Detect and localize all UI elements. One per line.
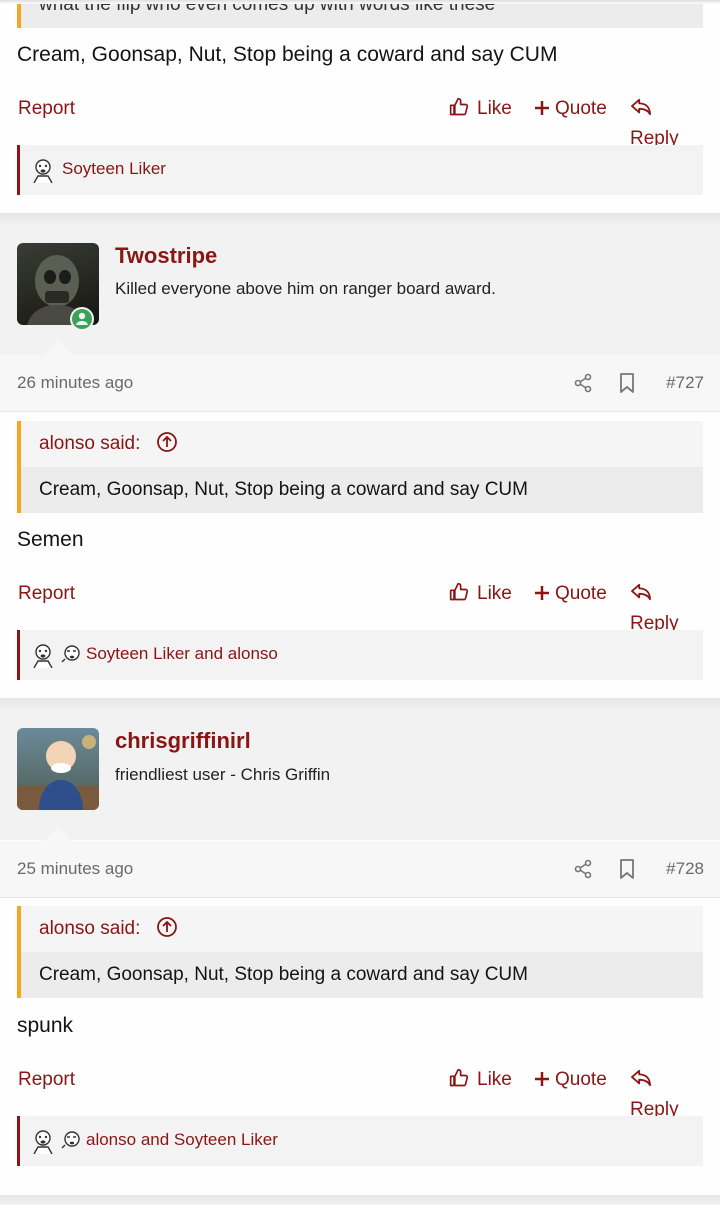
bookmark-icon[interactable] — [618, 859, 636, 879]
like-label: Like — [477, 98, 512, 119]
post-text: Cream, Goonsap, Nut, Stop being a coward… — [17, 43, 558, 66]
plus-icon — [535, 586, 549, 600]
soyjak-reaction-icon — [30, 157, 56, 184]
arrow-up-circle-icon[interactable] — [156, 431, 178, 453]
post-time[interactable]: 26 minutes ago — [17, 355, 133, 411]
username[interactable]: chrisgriffinirl — [115, 728, 251, 754]
reply-icon — [631, 98, 651, 116]
reactions-bar: alonso and Soyteen Liker — [17, 1116, 703, 1166]
post-divider — [0, 698, 720, 710]
plus-icon — [535, 1072, 549, 1086]
quote-label: Quote — [555, 98, 607, 119]
share-icon[interactable] — [573, 859, 593, 879]
reactions-text[interactable]: alonso and Soyteen Liker — [86, 1116, 278, 1164]
quote-block: alonso said: Cream, Goonsap, Nut, Stop b… — [17, 421, 703, 513]
post-number[interactable]: #728 — [666, 841, 704, 897]
post-number[interactable]: #727 — [666, 355, 704, 411]
post-actions: Report Like Quote Reply — [17, 579, 704, 634]
thumbs-up-icon — [449, 97, 469, 116]
quote-label: Quote — [555, 1069, 607, 1090]
reply-icon — [631, 583, 651, 601]
post-text: Semen — [17, 528, 84, 551]
quote-block: alonso said: Cream, Goonsap, Nut, Stop b… — [17, 906, 703, 998]
post-meta: 26 minutes ago #727 — [0, 355, 720, 412]
reactions-text[interactable]: Soyteen Liker — [62, 145, 166, 193]
soyjak-reaction-icon — [30, 1128, 56, 1155]
quote-text: Cream, Goonsap, Nut, Stop being a coward… — [21, 467, 703, 513]
like-button[interactable]: Like — [449, 1065, 512, 1095]
post-time[interactable]: 25 minutes ago — [17, 841, 133, 897]
like-label: Like — [477, 583, 512, 604]
quote-button[interactable]: Quote — [535, 94, 607, 124]
avatar[interactable] — [17, 728, 99, 810]
post-actions: Report Like Quote Reply — [17, 94, 704, 149]
reactions-bar: Soyteen Liker and alonso — [17, 630, 703, 680]
user-header: chrisgriffinirl friendliest user - Chris… — [0, 710, 720, 840]
username[interactable]: Twostripe — [115, 243, 217, 269]
top-shadow — [0, 0, 720, 4]
arrow-up-circle-icon[interactable] — [156, 916, 178, 938]
user-header: Twostripe Killed everyone above him on r… — [0, 225, 720, 355]
reactions-bar: Soyteen Liker — [17, 145, 703, 195]
thumbs-up-icon — [449, 582, 469, 601]
report-link[interactable]: Report — [18, 579, 75, 609]
like-button[interactable]: Like — [449, 94, 512, 124]
post-actions: Report Like Quote Reply — [17, 1065, 704, 1120]
bookmark-icon[interactable] — [618, 373, 636, 393]
quote-author[interactable]: alonso said: — [39, 918, 140, 939]
thumbs-up-icon — [449, 1068, 469, 1087]
user-title: Killed everyone above him on ranger boar… — [115, 279, 496, 298]
quote-label: Quote — [555, 583, 607, 604]
post-divider — [0, 1195, 720, 1205]
header-notch — [44, 341, 72, 355]
quote-text: Cream, Goonsap, Nut, Stop being a coward… — [21, 952, 703, 998]
quote-author[interactable]: alonso said: — [39, 433, 140, 454]
quote-button[interactable]: Quote — [535, 579, 607, 609]
quote-button[interactable]: Quote — [535, 1065, 607, 1095]
user-title: friendliest user - Chris Griffin — [115, 765, 331, 784]
report-link[interactable]: Report — [18, 1065, 75, 1095]
online-status-icon — [70, 307, 94, 331]
like-label: Like — [477, 1069, 512, 1090]
quote-block: what the flip who even comes up with wor… — [17, 0, 703, 28]
post-meta: 25 minutes ago #728 — [0, 841, 720, 898]
reply-icon — [631, 1069, 651, 1087]
reactions-text[interactable]: Soyteen Liker and alonso — [86, 630, 278, 678]
plus-icon — [535, 101, 549, 115]
soyjak-reaction-icon — [58, 642, 84, 668]
soyjak-reaction-icon — [30, 642, 56, 669]
soyjak-reaction-icon — [58, 1128, 84, 1154]
like-button[interactable]: Like — [449, 579, 512, 609]
header-notch — [44, 827, 72, 841]
quote-header[interactable]: alonso said: — [21, 906, 703, 952]
quote-header[interactable]: alonso said: — [21, 421, 703, 467]
share-icon[interactable] — [573, 373, 593, 393]
post-divider — [0, 213, 720, 225]
quote-text: what the flip who even comes up with wor… — [21, 0, 703, 28]
post-text: spunk — [17, 1014, 74, 1037]
report-link[interactable]: Report — [18, 94, 75, 124]
